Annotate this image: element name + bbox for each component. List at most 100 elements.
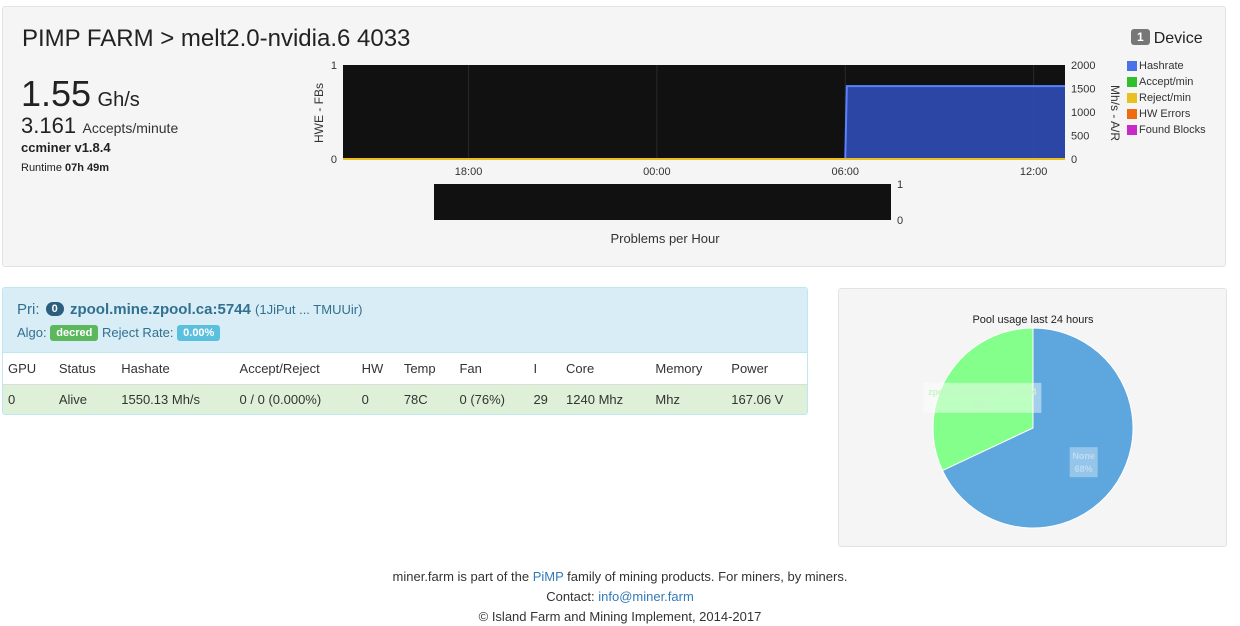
legend-swatch (1127, 109, 1137, 119)
device-count-badge: 1 (1131, 29, 1150, 45)
legend-item[interactable]: Hashrate (1127, 58, 1206, 74)
table-cell: 0 (356, 384, 399, 414)
page-title: PIMP FARM > melt2.0-nvidia.6 4033 (22, 25, 411, 52)
footer-text-pre: miner.farm is part of the (392, 569, 533, 584)
x-tick-label: 18:00 (455, 166, 483, 178)
runtime-label: Runtime (21, 162, 62, 174)
right-tick-label: 500 (1071, 131, 1089, 143)
table-cell: 29 (528, 384, 562, 414)
x-tick-label: 06:00 (831, 166, 859, 178)
pool-heading: Pri: 0 zpool.mine.zpool.ca:5744 (1JiPut … (3, 288, 807, 353)
column-header: HW (356, 353, 399, 385)
table-cell: 1240 Mhz (561, 384, 651, 414)
pie-slice-percent: 32% (973, 400, 991, 410)
table-cell: 1550.13 Mh/s (116, 384, 235, 414)
accepts-readout: 3.161 Accepts/minute (21, 113, 178, 139)
miner-version: ccminer v1.8.4 (21, 140, 111, 155)
problems-tick-label: 1 (897, 179, 903, 191)
right-axis-label: Mh/s - A/R (1108, 85, 1122, 141)
left-tick-label: 0 (331, 154, 337, 166)
runtime-value: 07h 49m (65, 162, 110, 174)
legend-item[interactable]: Accept/min (1127, 74, 1206, 90)
hashrate-unit: Gh/s (97, 89, 140, 111)
table-cell: 167.06 V (726, 384, 807, 414)
legend-swatch (1127, 77, 1137, 87)
right-tick-label: 0 (1071, 154, 1077, 166)
table-cell: 0 (76%) (454, 384, 529, 414)
column-header: Core (561, 353, 651, 385)
pool-wallet: (1JiPut ... TMUUir) (255, 302, 363, 317)
legend-swatch (1127, 61, 1137, 71)
pool-index-badge: 0 (45, 302, 64, 316)
problems-axis-label: Problems per Hour (610, 231, 720, 246)
gpu-table-header: GPU Status Hashate Accept/Reject HW Temp Fan I C… (3, 353, 807, 385)
table-cell: 0 (3, 384, 54, 414)
column-header: Status (53, 353, 117, 385)
x-tick-label: 12:00 (1020, 166, 1048, 178)
problems-plot-background (434, 184, 891, 220)
right-tick-label: 2000 (1071, 60, 1095, 72)
pie-slice-percent: 68% (1075, 464, 1093, 474)
device-label: Device (1153, 30, 1203, 47)
table-cell: 78C (398, 384, 455, 414)
hashrate-history-chart[interactable]: 18:00 00:00 06:00 12:00 0 500 1000 1500 2000 0 1 H… (303, 53, 1133, 183)
column-header: Power (726, 353, 807, 385)
pie-slice-label: zpool.mine.zpool.ca:5744 (928, 387, 1037, 397)
left-tick-label: 1 (331, 60, 337, 72)
footer: miner.farm is part of the PiMP family of… (0, 567, 1240, 626)
algo-label: Algo: (17, 325, 47, 340)
column-header: Accept/Reject (234, 353, 357, 385)
legend-item[interactable]: HW Errors (1127, 106, 1206, 122)
contact-label: Contact: (546, 589, 599, 604)
table-cell: Alive (53, 384, 117, 414)
table-row[interactable]: 0 Alive 1550.13 Mh/s 0 / 0 (0.000%) 0 78C 0 (7… (3, 384, 807, 414)
column-header: I (528, 353, 562, 385)
column-header: Temp (398, 353, 455, 385)
legend-label: Accept/min (1139, 76, 1194, 88)
hashrate-readout: 1.55 Gh/s (21, 73, 140, 115)
pool-usage-pie-chart[interactable]: Pool usage last 24 hours zpool.mine.zpoo… (839, 289, 1228, 548)
footer-contact: Contact: info@miner.farm (0, 587, 1240, 607)
column-header: Fan (454, 353, 529, 385)
reject-rate-badge: 0.00% (177, 325, 221, 341)
problems-tick-label: 0 (897, 215, 903, 227)
chart-legend: Hashrate Accept/min Reject/min HW Errors Fou… (1127, 58, 1206, 138)
problems-per-hour-chart: 01 Problems per Hour (434, 179, 903, 246)
legend-item[interactable]: Found Blocks (1127, 122, 1206, 138)
footer-tagline: miner.farm is part of the PiMP family of… (0, 567, 1240, 587)
footer-copyright: © Island Farm and Mining Implement, 2014… (478, 609, 762, 624)
problems-ticks: 01 (897, 179, 903, 227)
reject-rate-label: Reject Rate: (101, 325, 174, 340)
accepts-value: 3.161 (21, 113, 77, 138)
accepts-unit: Accepts/minute (82, 120, 179, 136)
pie-slice-label: None (1072, 451, 1095, 461)
footer-text-post: family of mining products. For miners, b… (563, 569, 848, 584)
pool-panel: Pri: 0 zpool.mine.zpool.ca:5744 (1JiPut … (2, 287, 808, 415)
legend-item[interactable]: Reject/min (1127, 90, 1206, 106)
pool-usage-panel: Pool usage last 24 hours zpool.mine.zpoo… (838, 288, 1227, 547)
runtime: Runtime 07h 49m (21, 162, 109, 174)
table-cell: Mhz (650, 384, 727, 414)
column-header: Memory (650, 353, 727, 385)
column-header: GPU (3, 353, 54, 385)
legend-label: Hashrate (1139, 60, 1184, 72)
pie-slices (932, 327, 1134, 529)
pimp-link[interactable]: PiMP (533, 569, 564, 584)
legend-label: Reject/min (1139, 92, 1191, 104)
pie-title: Pool usage last 24 hours (972, 314, 1094, 326)
gpu-table-body: 0 Alive 1550.13 Mh/s 0 / 0 (0.000%) 0 78C 0 (7… (3, 384, 807, 414)
pool-url[interactable]: zpool.mine.zpool.ca:5744 (70, 301, 251, 318)
pool-algo-line: Algo: decred Reject Rate: 0.00% (17, 325, 221, 341)
algo-badge: decred (50, 325, 99, 341)
left-axis-label: HWE - FBs (312, 83, 326, 143)
legend-label: Found Blocks (1139, 124, 1206, 136)
contact-email-link[interactable]: info@miner.farm (598, 589, 694, 604)
miner-summary-panel: PIMP FARM > melt2.0-nvidia.6 4033 1.55 G… (2, 6, 1226, 267)
pool-priority-label: Pri: (17, 301, 40, 318)
x-tick-label: 00:00 (643, 166, 671, 178)
pool-info-line: Pri: 0 zpool.mine.zpool.ca:5744 (1JiPut … (17, 301, 362, 318)
legend-swatch (1127, 93, 1137, 103)
device-count-header: 1 Device (1131, 29, 1203, 48)
right-tick-label: 1500 (1071, 84, 1095, 96)
legend-swatch (1127, 125, 1137, 135)
